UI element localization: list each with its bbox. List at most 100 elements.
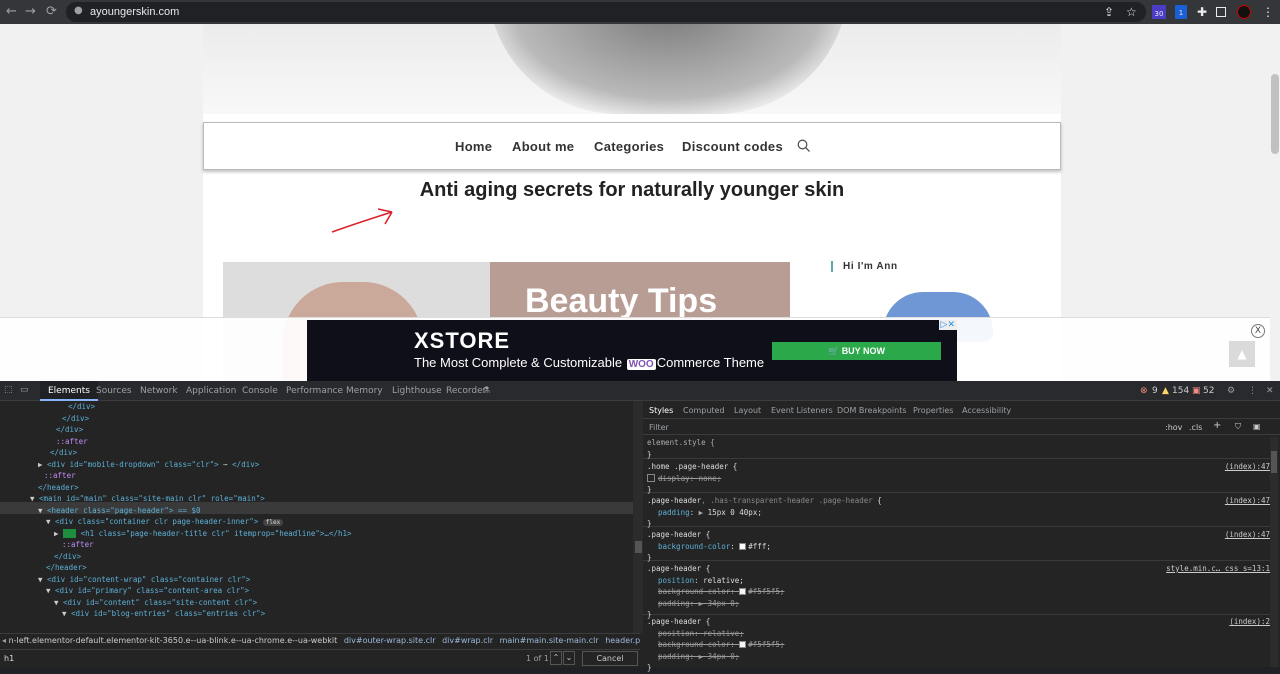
tab-properties[interactable]: Properties — [913, 405, 953, 417]
dom-node[interactable]: </div> — [68, 401, 95, 413]
tab-styles[interactable]: Styles — [649, 405, 673, 417]
error-count[interactable]: 9 — [1152, 386, 1158, 396]
dom-node-selected[interactable]: ▼ <header class="page-header"> == $0 — [38, 505, 201, 517]
property-name[interactable]: position — [658, 629, 694, 638]
dom-node[interactable]: </div> — [50, 447, 77, 459]
style-rule[interactable]: .home .page-header { (index):47 display:… — [643, 461, 1270, 494]
new-rule-icon[interactable]: + — [1213, 420, 1221, 432]
tab-sources[interactable]: Sources — [96, 386, 132, 396]
tab-memory[interactable]: Memory — [346, 386, 383, 396]
color-swatch[interactable] — [739, 542, 747, 550]
rule-source-link[interactable]: (index):47 — [1225, 461, 1270, 473]
style-rule[interactable]: .page-header, .has-transparent-header .p… — [643, 495, 1270, 528]
dom-node[interactable]: </div> — [56, 424, 83, 436]
tab-elements[interactable]: Elements — [40, 381, 98, 401]
dom-node[interactable]: ▼ <div id="content-wrap" class="containe… — [38, 574, 250, 586]
dom-node[interactable]: </header> — [46, 562, 87, 574]
rule-source-link[interactable]: style.min.c…_css_s=13:1 — [1166, 563, 1270, 575]
breadcrumb-item[interactable]: div#wrap.clr — [442, 636, 493, 645]
breadcrumb-item[interactable]: main#main.site-main.clr — [500, 636, 599, 645]
style-rule[interactable]: element.style { } — [643, 437, 1270, 459]
tab-recorder[interactable]: Recorder — [446, 386, 486, 396]
dom-node[interactable]: ▼ <div id="blog-entries" class="entries … — [62, 608, 265, 620]
settings-gear-icon[interactable]: ⚙ — [1227, 386, 1235, 396]
property-value[interactable]: #fff; — [748, 542, 771, 551]
tab-console[interactable]: Console — [242, 386, 278, 396]
paint-icon[interactable]: ⛉ — [1235, 421, 1241, 433]
dom-node[interactable]: ▼ <div id="content" class="site-content … — [54, 597, 257, 609]
rule-source-link[interactable]: (index):47 — [1225, 495, 1270, 507]
sidebar-toggle-icon[interactable]: ▣ — [1253, 421, 1261, 433]
dom-node[interactable]: ::after — [62, 539, 94, 551]
rule-source-link[interactable]: (index):47 — [1225, 529, 1270, 541]
property-value[interactable]: 34px 0; — [708, 599, 740, 608]
tab-lighthouse[interactable]: Lighthouse — [392, 386, 442, 396]
property-name[interactable]: background-color — [658, 640, 730, 649]
dom-search-input[interactable]: h1 — [4, 654, 14, 663]
class-toggle[interactable]: .cls — [1189, 422, 1202, 434]
hover-state-toggle[interactable]: :hov — [1165, 422, 1182, 434]
property-value[interactable]: relative; — [703, 629, 744, 638]
issues-count[interactable]: 52 — [1203, 386, 1214, 396]
property-value[interactable]: #f5f5f5; — [748, 587, 784, 596]
property-value[interactable]: relative; — [703, 576, 744, 585]
rule-source-link[interactable]: (index):2 — [1229, 616, 1270, 628]
dom-node[interactable]: ::after — [56, 436, 88, 448]
style-rule[interactable]: .page-header { (index):47 background-col… — [643, 529, 1270, 562]
devtools-menu-icon[interactable]: ⋮ — [1248, 386, 1257, 396]
annotation-arrow — [331, 208, 393, 233]
property-name[interactable]: background-color — [658, 542, 730, 551]
style-rule[interactable]: .page-header { (index):2 position: relat… — [643, 616, 1270, 672]
tab-layout[interactable]: Layout — [734, 405, 761, 417]
inspect-element-icon[interactable]: ⬚ — [4, 385, 13, 395]
dom-node[interactable]: ▼ <div id="primary" class="content-area … — [46, 585, 249, 597]
style-rule[interactable]: .page-header { style.min.c…_css_s=13:1 p… — [643, 563, 1270, 619]
dom-node[interactable]: ▶ h1 <h1 class="page-header-title clr" i… — [54, 528, 352, 540]
warning-icon[interactable]: ▲ — [1162, 386, 1169, 396]
breadcrumb-item[interactable]: n-left.elementor-default.elementor-kit-3… — [9, 636, 338, 645]
tab-event-listeners[interactable]: Event Listeners — [771, 405, 833, 417]
color-swatch[interactable] — [739, 588, 747, 595]
device-toolbar-icon[interactable]: ▭ — [20, 385, 29, 395]
tab-network[interactable]: Network — [140, 386, 178, 396]
property-name[interactable]: position — [658, 576, 694, 585]
tab-dom-breakpoints[interactable]: DOM Breakpoints — [837, 405, 907, 417]
search-cancel-button[interactable]: Cancel — [582, 651, 638, 666]
dom-node[interactable]: ▶ <div id="mobile-dropdown" class="clr">… — [38, 459, 259, 471]
property-value[interactable]: none; — [699, 474, 722, 483]
flex-badge[interactable]: flex — [262, 519, 284, 526]
issues-icon[interactable]: ▣ — [1192, 386, 1201, 396]
dom-node[interactable]: </div> — [62, 413, 89, 425]
splitter-thumb[interactable] — [635, 541, 642, 553]
dom-node[interactable]: ::after — [44, 470, 76, 482]
warning-count[interactable]: 154 — [1172, 386, 1189, 396]
property-name[interactable]: background-color — [658, 587, 730, 596]
tab-accessibility[interactable]: Accessibility — [962, 405, 1011, 417]
property-value[interactable]: 34px 0; — [708, 652, 740, 661]
tab-computed[interactable]: Computed — [683, 405, 725, 417]
property-name[interactable]: display — [658, 474, 690, 483]
property-checkbox[interactable] — [647, 473, 655, 482]
property-name[interactable]: padding — [658, 652, 690, 661]
dom-node[interactable]: ▼ <main id="main" class="site-main clr" … — [30, 493, 265, 505]
breadcrumb-scroll-left-icon[interactable]: ◂ — [0, 636, 6, 645]
devtools-close-icon[interactable]: ✕ — [1266, 386, 1274, 396]
color-swatch[interactable] — [739, 641, 747, 648]
dom-node[interactable]: </header> — [38, 482, 79, 494]
styles-scrollbar-thumb[interactable] — [1271, 451, 1277, 473]
panel-splitter[interactable] — [633, 401, 643, 633]
breadcrumb-item[interactable]: div#outer-wrap.site.clr — [344, 636, 436, 645]
dom-node[interactable]: </div> — [54, 551, 81, 563]
property-value[interactable]: 15px 0 40px; — [708, 508, 762, 517]
breadcrumb-item[interactable]: header.page-header — [605, 636, 640, 645]
search-next-icon[interactable]: ⌄ — [563, 651, 575, 665]
property-name[interactable]: padding — [658, 508, 690, 517]
tab-application[interactable]: Application — [186, 386, 236, 396]
tab-performance[interactable]: Performance — [286, 386, 343, 396]
property-value[interactable]: #f5f5f5; — [748, 640, 784, 649]
search-previous-icon[interactable]: ⌃ — [550, 651, 562, 665]
styles-filter-input[interactable]: Filter — [649, 422, 669, 434]
property-name[interactable]: padding — [658, 599, 690, 608]
error-icon[interactable]: ⊗ — [1140, 386, 1148, 396]
styles-scrollbar[interactable] — [1270, 437, 1278, 667]
